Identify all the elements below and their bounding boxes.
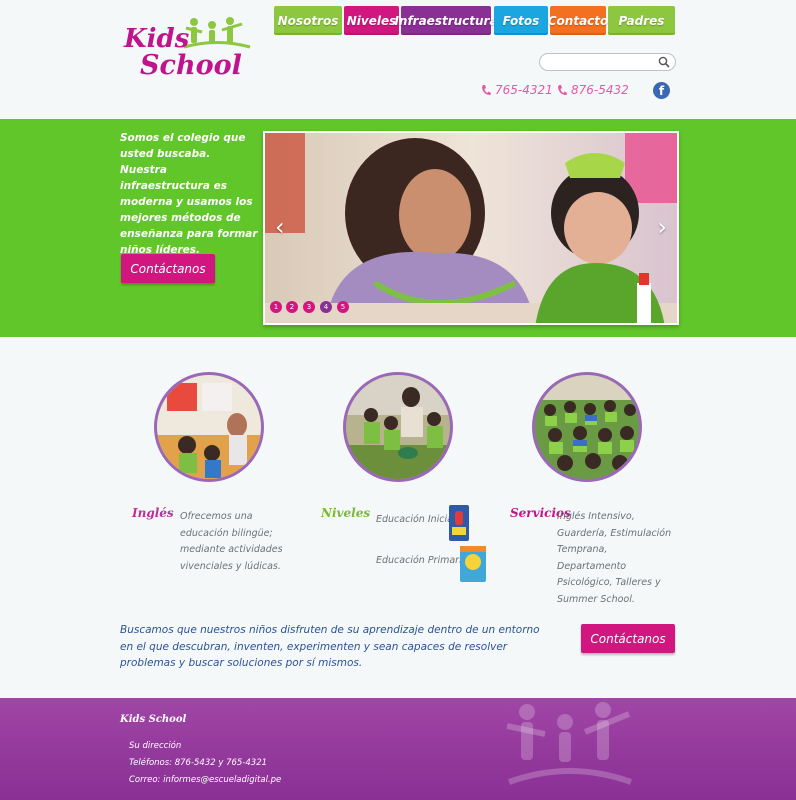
logo-text-school: School [140, 50, 242, 81]
slide-photo-teacher-child [265, 133, 677, 323]
site-logo[interactable]: Kids School [122, 14, 252, 82]
footer-address: Su dirección [129, 741, 182, 751]
nav-infraestructura[interactable]: Infraestructura [394, 6, 498, 35]
phone-2[interactable]: 876-5432 [557, 83, 629, 97]
nav-label: Nosotros [277, 13, 339, 28]
footer-phones: Teléfonos: 876-5432 y 765-4321 [129, 758, 268, 768]
phone-number: 876-5432 [571, 83, 629, 97]
nav-label: Padres [618, 13, 665, 28]
logo-text-kids: Kids [124, 24, 190, 54]
button-label: Contáctanos [590, 631, 666, 646]
footer-email[interactable]: Correo: informes@escueladigital.pe [129, 775, 281, 785]
search-icon[interactable] [658, 56, 670, 68]
kids-figures-watermark-icon [506, 702, 633, 785]
slider-dot-2[interactable]: 2 [286, 301, 298, 313]
nav-niveles[interactable]: Niveles [344, 6, 399, 35]
nav-contacto[interactable]: Contacto [547, 6, 609, 35]
mission-text: Buscamos que nuestros niños disfruten de… [120, 624, 540, 669]
facebook-icon[interactable]: f [653, 82, 670, 99]
phone-number: 765-4321 [495, 83, 553, 97]
hero-contact-button[interactable]: Contáctanos [121, 254, 215, 283]
nav-nosotros[interactable]: Nosotros [274, 6, 342, 35]
slider-dot-3[interactable]: 3 [303, 301, 315, 313]
mission-contact-button[interactable]: Contáctanos [581, 624, 675, 653]
image-slider: ‹ › [263, 131, 679, 325]
nav-label: Contacto [547, 13, 609, 28]
slider-dot-4[interactable]: 4 [320, 301, 332, 313]
hero-text: Somos el colegio que usted buscaba. Nues… [120, 132, 258, 256]
nav-label: Fotos [502, 13, 540, 28]
kids-figures-icon [183, 17, 251, 49]
footer: Kids School Su dirección Teléfonos: 876-… [0, 698, 796, 800]
photo-servicios [532, 372, 642, 482]
phone-1[interactable]: 765-4321 [481, 83, 553, 97]
book-inicial-icon [449, 505, 469, 541]
slider-next-button[interactable]: › [657, 213, 667, 241]
text-servicios: Inglés Intensivo, Guardería, Estimulació… [557, 511, 672, 605]
phone-icon [558, 85, 567, 95]
nav-padres[interactable]: Padres [608, 6, 675, 35]
footer-title: Kids School [120, 714, 187, 725]
text-ingles: Ofrecemos una educación bilingüe; median… [180, 511, 283, 572]
search-input[interactable] [548, 58, 658, 75]
button-label: Contáctanos [130, 261, 206, 276]
heading-ingles: Inglés [132, 506, 174, 520]
nav-label: Infraestructura [394, 13, 498, 28]
search-box [539, 53, 676, 75]
link-educacion-inicial[interactable]: Educación Inicial [376, 512, 456, 529]
phone-icon [482, 85, 491, 95]
link-educacion-primaria[interactable]: Educación Primaria [376, 553, 468, 570]
slider-dot-1[interactable]: 1 [270, 301, 282, 313]
nav-fotos[interactable]: Fotos [494, 6, 548, 35]
nav-label: Niveles [346, 13, 397, 28]
slider-prev-button[interactable]: ‹ [275, 213, 285, 241]
book-primaria-icon [460, 546, 486, 582]
photo-niveles [343, 372, 453, 482]
slider-dot-5[interactable]: 5 [337, 301, 349, 313]
photo-ingles [154, 372, 264, 482]
heading-niveles: Niveles [321, 506, 371, 520]
